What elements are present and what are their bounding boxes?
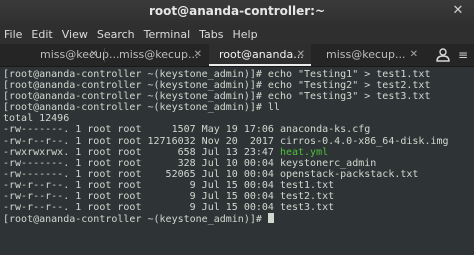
file-attributes: -rwxrwxrwx. 1 root root 658 Jul 13 23:47 xyxy=(3,146,280,158)
new-tab-icon xyxy=(436,48,450,62)
tab-bar: miss@kecup... ✕ miss@kecup... ✕ root@ana… xyxy=(0,44,474,67)
file-listing-row: -rw-r--r--. 1 root root 12716032 Nov 20 … xyxy=(3,136,474,147)
tab-close-button[interactable]: ✕ xyxy=(90,44,98,66)
close-icon: ✕ xyxy=(296,49,305,60)
window-title: root@ananda-controller:~ xyxy=(148,4,326,18)
menu-tabs[interactable]: Tabs xyxy=(195,28,228,41)
tab-1[interactable]: miss@kecup... ✕ xyxy=(0,44,119,66)
tab-3-active[interactable]: root@ananda... ✕ xyxy=(209,44,311,66)
file-name: openstack-packstack.txt xyxy=(279,168,419,180)
close-icon: ✕ xyxy=(193,49,202,60)
file-attributes: -rw-------. 1 root root 52065 Jul 10 00:… xyxy=(3,168,280,180)
hamburger-menu-button[interactable]: ≡ xyxy=(456,47,470,63)
tab-label: root@ananda... xyxy=(219,48,304,61)
prompt: [root@ananda-controller ~(keystone_admin… xyxy=(3,91,268,103)
close-icon: ✕ xyxy=(409,49,418,60)
prompt: [root@ananda-controller ~(keystone_admin… xyxy=(3,80,268,92)
command-line-3: [root@ananda-controller ~(keystone_admin… xyxy=(3,91,474,102)
file-name: test2.txt xyxy=(279,191,335,203)
command: echo "Testing1" > test1.txt xyxy=(267,69,431,80)
new-tab-button[interactable] xyxy=(434,46,452,64)
menu-file[interactable]: File xyxy=(0,28,27,41)
file-attributes: -rw-------. 1 root root 1507 May 19 17:0… xyxy=(3,124,280,136)
command-line-2: [root@ananda-controller ~(keystone_admin… xyxy=(3,80,474,91)
file-listing-row: -rw-r--r--. 1 root root 9 Jul 15 00:04 t… xyxy=(3,180,474,191)
file-attributes: -rw-r--r--. 1 root root 9 Jul 15 00:04 xyxy=(3,191,280,203)
file-name: test1.txt xyxy=(279,179,335,191)
file-listing: -rw-------. 1 root root 1507 May 19 17:0… xyxy=(3,124,474,213)
file-listing-row: -rw-------. 1 root root 328 Jul 10 00:04… xyxy=(3,158,474,169)
file-listing-row: -rw-r--r--. 1 root root 9 Jul 15 00:04 t… xyxy=(3,191,474,202)
file-listing-row: -rw-------. 1 root root 1507 May 19 17:0… xyxy=(3,124,474,135)
prompt: [root@ananda-controller ~(keystone_admin… xyxy=(3,214,268,226)
file-name: keystonerc_admin xyxy=(279,157,377,169)
file-listing-row: -rwxrwxrwx. 1 root root 658 Jul 13 23:47… xyxy=(3,147,474,158)
menu-bar: File Edit View Search Terminal Tabs Help xyxy=(0,24,474,44)
file-name: test3.txt xyxy=(279,202,335,214)
tab-2[interactable]: miss@kecup... ✕ xyxy=(105,44,208,66)
tab-label: miss@kecup... xyxy=(326,48,406,61)
command-line-1: [root@ananda-controller ~(keystone_admin… xyxy=(3,69,474,80)
file-listing-row: -rw-------. 1 root root 52065 Jul 10 00:… xyxy=(3,169,474,180)
file-name: cirros-0.4.0-x86_64-disk.img xyxy=(279,135,449,147)
file-name: anaconda-ks.cfg xyxy=(279,124,371,136)
text-cursor xyxy=(267,213,274,224)
hamburger-menu-icon: ≡ xyxy=(457,48,469,62)
file-attributes: -rw-r--r--. 1 root root 12716032 Nov 20 … xyxy=(3,135,280,147)
menu-view[interactable]: View xyxy=(58,28,93,41)
prompt: [root@ananda-controller ~(keystone_admin… xyxy=(3,69,268,80)
terminal-output[interactable]: [root@ananda-controller ~(keystone_admin… xyxy=(0,67,474,255)
menu-search[interactable]: Search xyxy=(93,28,140,41)
close-icon: ✕ xyxy=(452,3,464,18)
prompt: [root@ananda-controller ~(keystone_admin… xyxy=(3,102,268,114)
file-attributes: -rw-------. 1 root root 328 Jul 10 00:04 xyxy=(3,157,280,169)
current-prompt-line: [root@ananda-controller ~(keystone_admin… xyxy=(3,213,474,226)
tab-close-button[interactable]: ✕ xyxy=(297,44,305,66)
command: echo "Testing2" > test2.txt xyxy=(267,80,431,92)
tab-4[interactable]: miss@kecup... ✕ xyxy=(312,44,418,66)
file-attributes: -rw-r--r--. 1 root root 9 Jul 15 00:04 xyxy=(3,179,280,191)
menu-help[interactable]: Help xyxy=(229,28,263,41)
command: echo "Testing3" > test3.txt xyxy=(267,91,431,103)
window-close-button[interactable]: ✕ xyxy=(450,3,466,19)
command-line-4: [root@ananda-controller ~(keystone_admin… xyxy=(3,102,474,113)
file-name: heat.yml xyxy=(279,146,329,158)
tab-close-button[interactable]: ✕ xyxy=(194,44,202,66)
tab-label: miss@kecup... xyxy=(119,48,199,61)
tab-close-button[interactable]: ✕ xyxy=(410,44,418,66)
menu-terminal[interactable]: Terminal xyxy=(140,28,196,41)
file-attributes: -rw-r--r--. 1 root root 9 Jul 15 00:04 xyxy=(3,202,280,214)
command: ll xyxy=(267,102,280,114)
title-bar[interactable]: root@ananda-controller:~ ✕ xyxy=(0,0,474,25)
total-line: total 12496 xyxy=(3,113,70,125)
file-listing-row: -rw-r--r--. 1 root root 9 Jul 15 00:04 t… xyxy=(3,202,474,213)
menu-edit[interactable]: Edit xyxy=(27,28,57,41)
terminal-window: root@ananda-controller:~ ✕ File Edit Vie… xyxy=(0,0,474,255)
close-icon: ✕ xyxy=(89,49,98,60)
